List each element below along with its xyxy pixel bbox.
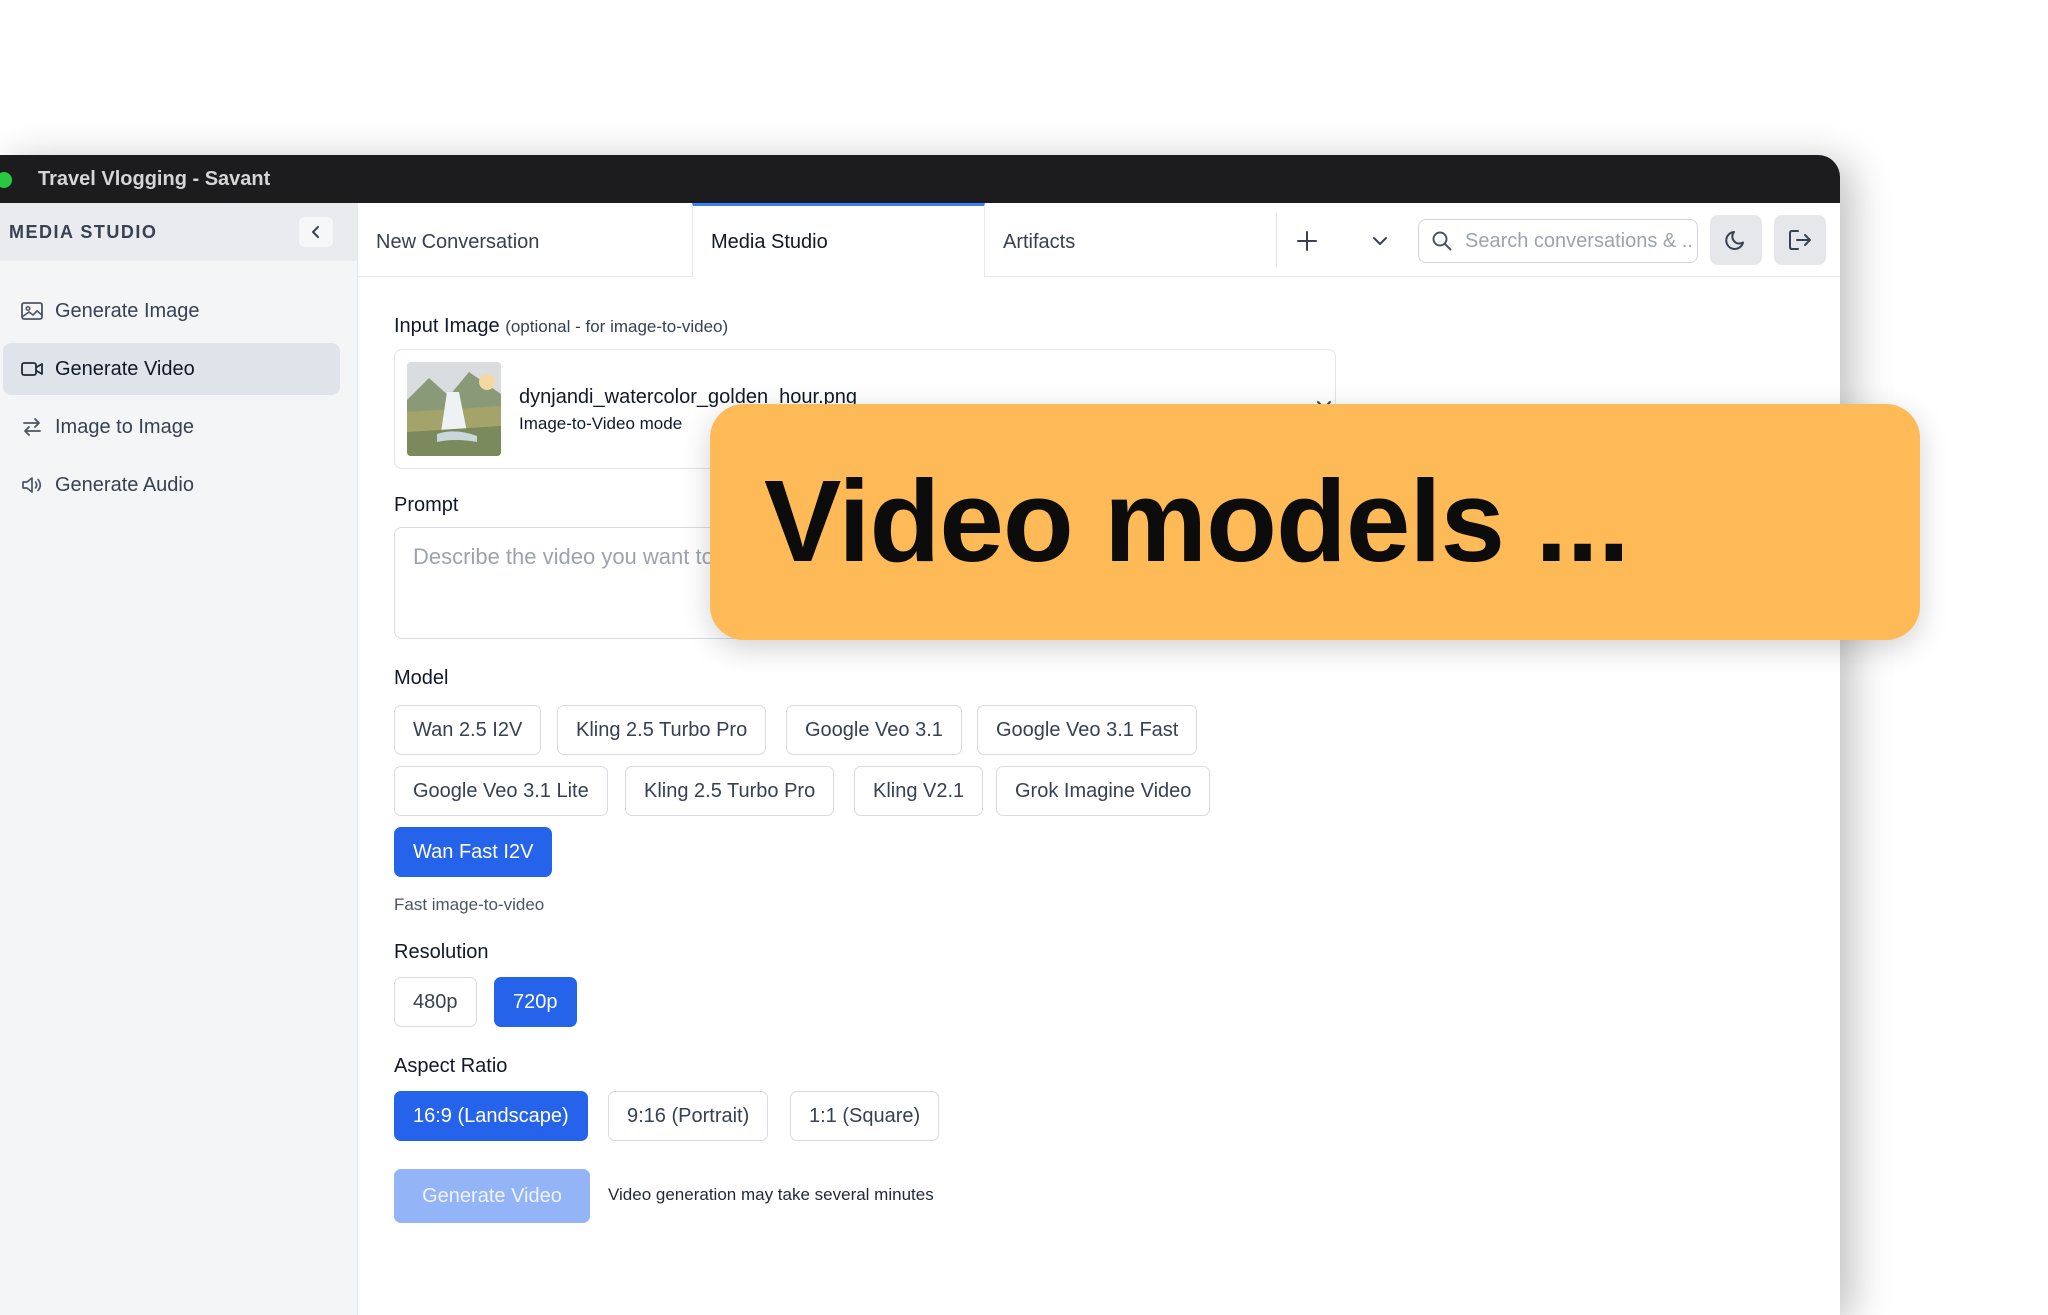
video-icon (21, 362, 43, 376)
tab-bar: New Conversation Media Studio Artifacts (358, 203, 1840, 277)
resolution-option-720p[interactable]: 720p (494, 977, 577, 1027)
sidebar-header: MEDIA STUDIO (0, 203, 358, 261)
sidebar-item-generate-image[interactable]: Generate Image (3, 285, 340, 337)
generate-video-button[interactable]: Generate Video (394, 1169, 590, 1223)
model-option-kling-v2-1[interactable]: Kling V2.1 (854, 766, 984, 816)
model-option-grok-imagine-video[interactable]: Grok Imagine Video (996, 766, 1211, 816)
aspect-option-9-16[interactable]: 9:16 (Portrait) (608, 1091, 769, 1141)
sidebar-item-label: Generate Image (55, 300, 200, 322)
input-image-label-text: Input Image (394, 315, 500, 337)
model-label: Model (394, 667, 449, 689)
tab-divider (1276, 213, 1277, 267)
sidebar-item-generate-audio[interactable]: Generate Audio (3, 459, 340, 511)
sidebar-item-generate-video[interactable]: Generate Video (3, 343, 340, 395)
title-bar: Travel Vlogging - Savant (0, 155, 1840, 203)
prompt-label: Prompt (394, 494, 459, 516)
input-image-mode: Image-to-Video mode (519, 414, 683, 433)
search-icon (1432, 231, 1452, 251)
sidebar-item-label: Generate Video (55, 358, 195, 380)
model-option-google-veo-3-1-lite[interactable]: Google Veo 3.1 Lite (394, 766, 608, 816)
tab-label: New Conversation (376, 231, 540, 253)
generation-note: Video generation may take several minute… (608, 1185, 934, 1204)
new-tab-button[interactable] (1287, 221, 1327, 261)
input-image-thumbnail (407, 362, 501, 456)
resolution-option-480p[interactable]: 480p (394, 977, 477, 1027)
app-window: Travel Vlogging - Savant MEDIA STUDIO Ge… (0, 155, 1840, 1315)
aspect-ratio-label: Aspect Ratio (394, 1055, 508, 1077)
model-option-wan-2-5-i2v[interactable]: Wan 2.5 I2V (394, 705, 542, 755)
callout-banner: Video models ... (710, 404, 1920, 640)
model-option-google-veo-3-1[interactable]: Google Veo 3.1 (786, 705, 962, 755)
collapse-sidebar-button[interactable] (299, 217, 333, 247)
chevron-left-icon (312, 226, 319, 238)
tab-label: Media Studio (711, 231, 828, 253)
tab-label: Artifacts (1003, 231, 1076, 253)
search-input[interactable] (1465, 220, 1693, 262)
aspect-option-16-9[interactable]: 16:9 (Landscape) (394, 1091, 588, 1141)
logout-button[interactable] (1774, 215, 1826, 265)
sidebar: MEDIA STUDIO Generate Image Generate Vid… (0, 203, 358, 1315)
image-icon (21, 302, 43, 320)
tab-artifacts[interactable]: Artifacts (985, 203, 1275, 277)
tab-new-conversation[interactable]: New Conversation (358, 203, 692, 277)
model-option-kling-2-5-turbo-pro-alt[interactable]: Kling 2.5 Turbo Pro (625, 766, 835, 816)
sidebar-item-label: Image to Image (55, 416, 194, 438)
model-option-wan-fast-i2v[interactable]: Wan Fast I2V (394, 827, 553, 877)
input-image-note: (optional - for image-to-video) (505, 317, 729, 336)
model-option-google-veo-3-1-fast[interactable]: Google Veo 3.1 Fast (977, 705, 1198, 755)
search-box[interactable] (1418, 219, 1698, 263)
sidebar-title: MEDIA STUDIO (9, 222, 158, 242)
moon-icon (1725, 231, 1744, 250)
swap-arrows-icon (23, 418, 41, 436)
plus-icon (1297, 231, 1317, 251)
resolution-label: Resolution (394, 941, 489, 963)
logout-icon (1789, 230, 1811, 250)
speaker-icon (22, 477, 42, 493)
sidebar-item-label: Generate Audio (55, 474, 194, 496)
callout-text: Video models ... (764, 456, 1630, 586)
dark-mode-toggle[interactable] (1710, 215, 1762, 265)
chevron-down-icon (1373, 237, 1387, 245)
maximize-button[interactable] (0, 172, 12, 188)
input-image-label: Input Image (optional - for image-to-vid… (394, 315, 728, 338)
aspect-option-1-1[interactable]: 1:1 (Square) (790, 1091, 940, 1141)
tabs-dropdown-button[interactable] (1360, 221, 1400, 261)
model-option-kling-2-5-turbo-pro[interactable]: Kling 2.5 Turbo Pro (557, 705, 767, 755)
tab-media-studio[interactable]: Media Studio (692, 203, 985, 277)
model-description: Fast image-to-video (394, 895, 545, 914)
window-title: Travel Vlogging - Savant (38, 168, 271, 190)
sidebar-item-image-to-image[interactable]: Image to Image (3, 401, 340, 453)
